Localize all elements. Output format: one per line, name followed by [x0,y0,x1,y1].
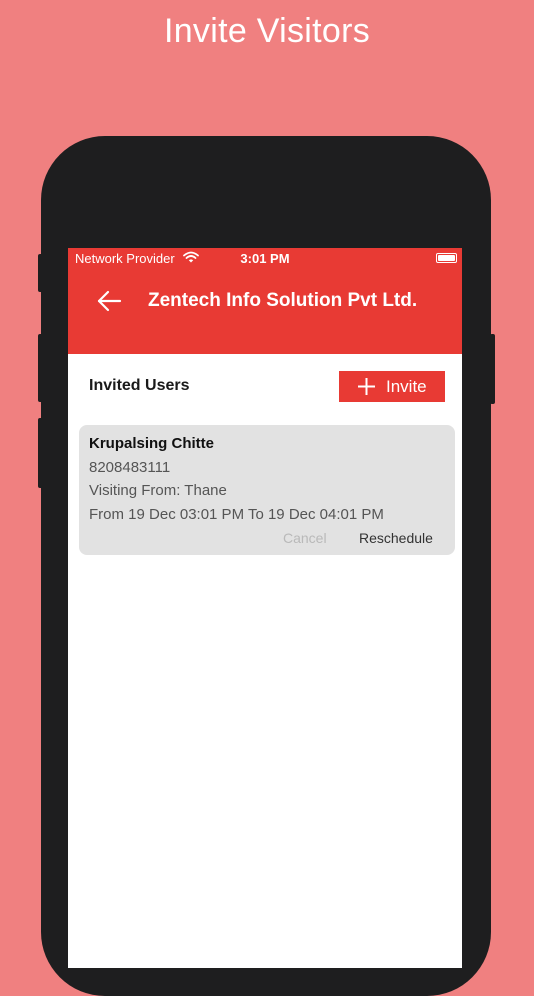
promo-title: Invite Visitors [163,12,371,50]
visiting-from: Visiting From: Thane [89,482,227,499]
phone-volume-up-button [38,334,43,402]
visitor-name: Krupalsing Chitte [89,435,215,452]
visit-time-range: From 19 Dec 03:01 PM To 19 Dec 04:01 PM [89,506,384,523]
battery-icon [436,253,457,263]
phone-power-button [490,334,495,404]
phone-screen: Network Provider 3:01 PM Zentech Info So… [68,248,462,968]
invited-user-card: Krupalsing Chitte 8208483111 Visiting Fr… [79,425,455,555]
status-bar: Network Provider 3:01 PM [68,248,462,270]
plus-icon [358,378,375,395]
invite-button[interactable]: Invite [339,371,445,402]
visitor-phone: 8208483111 [89,459,171,476]
invited-users-heading: Invited Users [89,377,190,394]
reschedule-button[interactable]: Reschedule [359,530,433,546]
arrow-left-icon[interactable] [96,288,122,314]
phone-mute-switch [38,254,43,292]
invite-label: Invite [386,377,427,396]
phone-volume-down-button [38,418,43,488]
battery-level [438,255,455,261]
status-time: 3:01 PM [240,251,290,266]
app-title: Zentech Info Solution Pvt Ltd. [148,290,418,311]
cancel-button[interactable]: Cancel [283,530,327,546]
app-bar: Zentech Info Solution Pvt Ltd. [68,270,462,354]
